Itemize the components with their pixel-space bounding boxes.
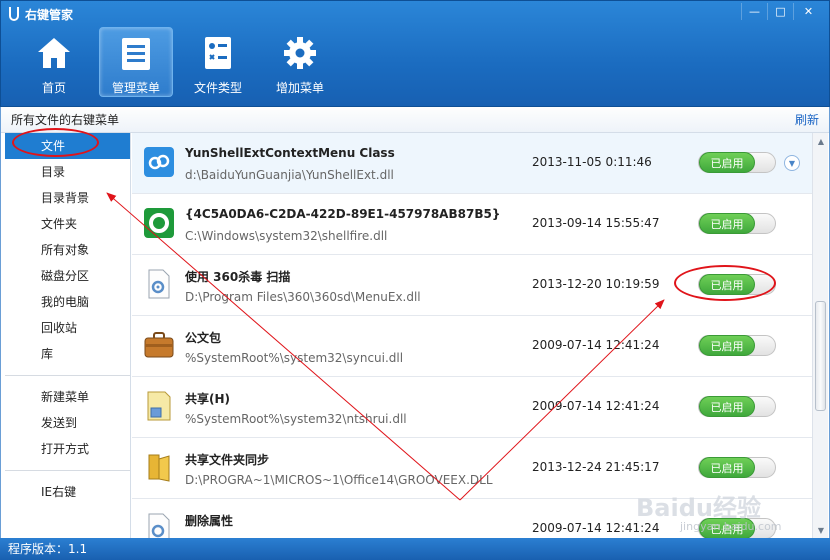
sidebar-item-file[interactable]: 文件 [5,133,130,159]
entry-path: d:\BaiduYunGuanjia\YunShellExt.dll [185,168,394,182]
entry-time: 2013-12-24 21:45:17 [532,460,660,474]
entry-path: %SystemRoot%\system32\ntshrui.dll [185,412,407,426]
toggle-on-label: 已启用 [699,518,755,538]
entry-name: 删除属性 [185,514,234,528]
list-item[interactable]: 共享(H) %SystemRoot%\system32\ntshrui.dll … [132,377,812,438]
list-item[interactable]: 删除属性 2009-07-14 12:41:24 已启用 [132,499,812,538]
entry-path: C:\Windows\system32\shellfire.dll [185,229,388,243]
status-bar: 程序版本：1.1 [0,538,830,560]
sidebar-item-new-menu[interactable]: 新建菜单 [5,384,130,410]
app-title-text: 右键管家 [25,7,74,22]
sidebar-item-my-computer[interactable]: 我的电脑 [5,289,130,315]
scroll-down-icon[interactable]: ▼ [813,522,829,538]
entry-path: D:\PROGRA~1\MICROS~1\Office14\GROOVEEX.D… [185,473,493,487]
enable-toggle[interactable]: 已启用 [698,396,776,417]
nav-manage-menu-label: 管理菜单 [111,81,160,95]
enable-toggle[interactable]: 已启用 [698,152,776,173]
list-item[interactable]: YunShellExtContextMenu Class d:\BaiduYun… [132,133,812,194]
sidebar-item-send-to[interactable]: 发送到 [5,410,130,436]
entry-time: 2009-07-14 12:41:24 [532,399,660,413]
entry-name: 共享文件夹同步 [185,453,270,467]
toggle-on-label: 已启用 [699,152,755,173]
cloud-icon [144,147,174,177]
list-item[interactable]: 使用 360杀毒 扫描 D:\Program Files\360\360sd\M… [132,255,812,316]
dll-file-icon [144,269,174,299]
scroll-up-icon[interactable]: ▲ [813,133,829,149]
toggle-on-label: 已启用 [699,335,755,356]
entry-time: 2013-11-05 0:11:46 [532,155,652,169]
title-bar: 右键管家 — □ ✕ 首页 管理菜单 文件类型 增加菜单 [0,0,830,107]
sidebar-item-open-with[interactable]: 打开方式 [5,436,130,462]
entry-time: 2013-09-14 15:55:47 [532,216,660,230]
share-icon [144,391,174,421]
minimize-button[interactable]: — [741,3,767,20]
section-bar: 所有文件的右键菜单 刷新 [1,107,829,133]
entry-name: YunShellExtContextMenu Class [185,146,395,160]
refresh-link[interactable]: 刷新 [795,111,819,128]
app-title: 右键管家 [9,4,73,24]
enable-toggle[interactable]: 已启用 [698,274,776,295]
entry-time: 2009-07-14 12:41:24 [532,521,660,535]
nav-add-menu[interactable]: 增加菜单 [263,27,337,97]
sidebar-item-ie-right-click[interactable]: IE右键 [5,479,130,505]
chevron-down-icon[interactable]: ▼ [784,155,800,171]
section-title: 所有文件的右键菜单 [11,113,120,127]
sidebar: 文件 目录 目录背景 文件夹 所有对象 磁盘分区 我的电脑 回收站 库 新建菜单… [5,133,131,538]
window-controls: — □ ✕ [741,3,823,20]
entry-path: %SystemRoot%\system32\syncui.dll [185,351,404,365]
gear-icon [280,33,320,73]
briefcase-icon [144,330,174,360]
vertical-scrollbar[interactable]: ▲ ▼ [812,133,828,538]
sidebar-item-folder[interactable]: 文件夹 [5,211,130,237]
entry-name: 使用 360杀毒 扫描 [185,270,291,284]
dll-file-icon [144,513,174,538]
close-button[interactable]: ✕ [793,3,823,20]
entry-path: D:\Program Files\360\360sd\MenuEx.dll [185,290,421,304]
sidebar-divider [5,470,130,471]
enable-toggle[interactable]: 已启用 [698,457,776,478]
content-frame: 所有文件的右键菜单 刷新 文件 目录 目录背景 文件夹 所有对象 磁盘分区 我的… [0,107,830,538]
entry-time: 2013-12-20 10:19:59 [532,277,660,291]
list-item[interactable]: 共享文件夹同步 D:\PROGRA~1\MICROS~1\Office14\GR… [132,438,812,499]
nav-home[interactable]: 首页 [17,27,91,97]
menu-entry-list: YunShellExtContextMenu Class d:\BaiduYun… [132,133,812,538]
entry-name: 共享(H) [185,392,231,406]
entry-name: {4C5A0DA6-C2DA-422D-89E1-457978AB87B5} [185,207,501,221]
toggle-on-label: 已启用 [699,213,755,234]
toggle-on-label: 已启用 [699,274,755,295]
nav-home-label: 首页 [41,81,66,95]
nav-add-menu-label: 增加菜单 [275,81,324,95]
nav-file-type-label: 文件类型 [193,81,242,95]
sidebar-item-library[interactable]: 库 [5,341,130,367]
file-type-icon [198,33,238,73]
sidebar-item-all-objects[interactable]: 所有对象 [5,237,130,263]
folder-sync-icon [144,452,174,482]
green-ring-icon [144,208,174,238]
app-logo-icon [9,7,19,21]
enable-toggle[interactable]: 已启用 [698,518,776,538]
nav-file-type[interactable]: 文件类型 [181,27,255,97]
menu-list-icon [116,34,156,73]
enable-toggle[interactable]: 已启用 [698,213,776,234]
enable-toggle[interactable]: 已启用 [698,335,776,356]
sidebar-item-directory[interactable]: 目录 [5,159,130,185]
entry-time: 2009-07-14 12:41:24 [532,338,660,352]
sidebar-item-recycle-bin[interactable]: 回收站 [5,315,130,341]
list-item[interactable]: {4C5A0DA6-C2DA-422D-89E1-457978AB87B5} C… [132,194,812,255]
scroll-thumb[interactable] [815,301,826,411]
maximize-button[interactable]: □ [767,3,793,20]
home-icon [34,33,74,73]
list-item[interactable]: 公文包 %SystemRoot%\system32\syncui.dll 200… [132,316,812,377]
sidebar-item-directory-background[interactable]: 目录背景 [5,185,130,211]
toggle-on-label: 已启用 [699,396,755,417]
main-nav: 首页 管理菜单 文件类型 增加菜单 [17,27,337,97]
sidebar-item-disk-partition[interactable]: 磁盘分区 [5,263,130,289]
nav-manage-menu[interactable]: 管理菜单 [99,27,173,97]
toggle-on-label: 已启用 [699,457,755,478]
entry-name: 公文包 [185,331,222,345]
sidebar-divider [5,375,130,376]
